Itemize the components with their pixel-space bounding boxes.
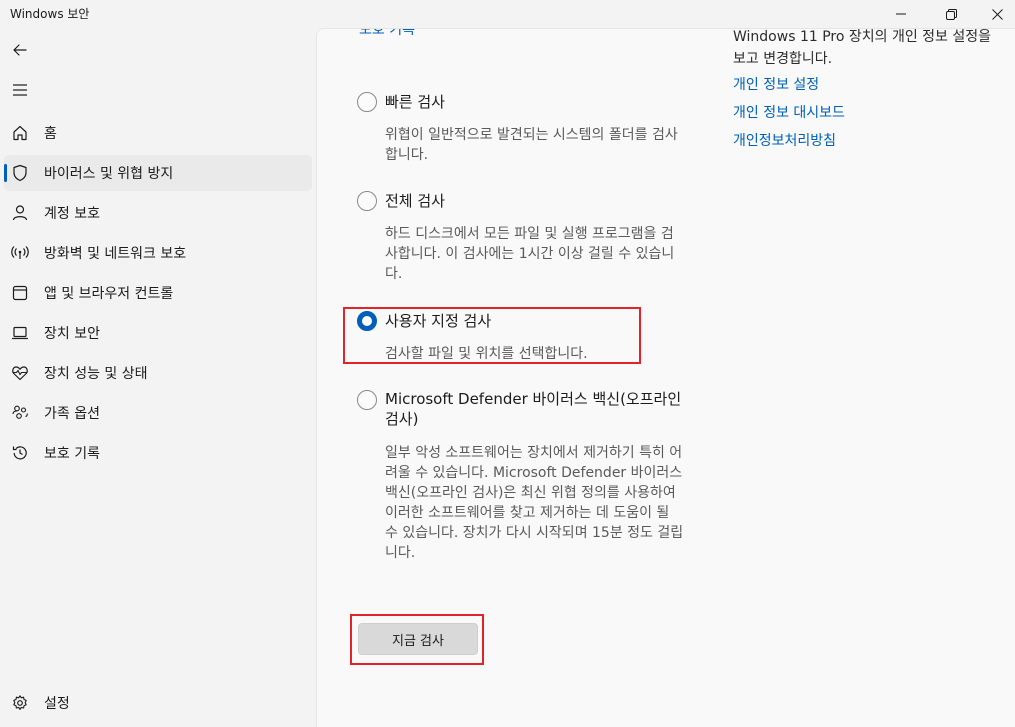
full-scan-description: 하드 디스크에서 모든 파일 및 실행 프로그램을 검사합니다. 이 검사에는 … bbox=[385, 226, 675, 282]
sidebar-item-home[interactable]: 홈 bbox=[4, 115, 312, 151]
restore-button[interactable] bbox=[928, 0, 974, 28]
sidebar-item-firewall[interactable]: 방화벽 및 네트워크 보호 bbox=[4, 235, 312, 271]
minimize-icon bbox=[896, 13, 906, 15]
restore-icon bbox=[945, 8, 957, 20]
heart-pulse-icon bbox=[11, 364, 29, 382]
laptop-icon bbox=[11, 324, 29, 342]
privacy-settings-link[interactable]: 개인 정보 설정 bbox=[733, 74, 819, 94]
quick-scan-radio[interactable] bbox=[357, 92, 377, 112]
sidebar-item-label: 앱 및 브라우저 컨트롤 bbox=[44, 286, 174, 302]
sidebar-item-label: 장치 성능 및 상태 bbox=[44, 366, 148, 382]
title-bar: Windows 보안 bbox=[0, 0, 1015, 28]
offline-scan-description: 일부 악성 소프트웨어는 장치에서 제거하기 특히 어려울 수 있습니다. Mi… bbox=[385, 445, 684, 561]
window-title: Windows 보안 bbox=[10, 7, 90, 21]
sidebar-item-family-options[interactable]: 가족 옵션 bbox=[4, 395, 312, 431]
sidebar-item-settings[interactable]: 설정 bbox=[4, 685, 312, 721]
custom-scan-title: 사용자 지정 검사 bbox=[385, 312, 492, 330]
close-icon bbox=[991, 8, 1003, 20]
hamburger-icon bbox=[13, 84, 27, 96]
offline-scan-title: Microsoft Defender 바이러스 백신(오프라인 검사) bbox=[385, 390, 682, 428]
minimize-button[interactable] bbox=[878, 0, 924, 28]
custom-scan-radio[interactable] bbox=[357, 311, 377, 331]
menu-button[interactable] bbox=[8, 78, 32, 102]
quick-scan-description: 위협이 일반적으로 발견되는 시스템의 폴더를 검사합니다. bbox=[385, 127, 678, 163]
wifi-antenna-icon bbox=[11, 244, 29, 262]
sidebar-item-protection-history[interactable]: 보호 기록 bbox=[4, 435, 312, 471]
sidebar-item-label: 방화벽 및 네트워크 보호 bbox=[44, 246, 187, 262]
full-scan-title: 전체 검사 bbox=[385, 192, 445, 210]
protection-history-link[interactable]: 보호 기록 bbox=[359, 29, 415, 39]
sidebar-item-label: 장치 보안 bbox=[44, 326, 100, 342]
privacy-policy-link[interactable]: 개인정보처리방침 bbox=[733, 130, 836, 150]
gear-icon bbox=[11, 694, 29, 712]
sidebar-item-label: 보호 기록 bbox=[44, 446, 100, 462]
main-content: 보호 기록 빠른 검사 위협이 일반적으로 발견되는 시스템의 폴더를 검사합니… bbox=[316, 28, 1015, 727]
family-icon bbox=[11, 404, 29, 422]
scan-now-button[interactable]: 지금 검사 bbox=[358, 623, 478, 655]
sidebar: 홈 바이러스 및 위협 방지 계정 보호 방화벽 및 네트워크 보호 앱 및 브 bbox=[0, 28, 316, 727]
quick-scan-title: 빠른 검사 bbox=[385, 93, 445, 111]
app-window-icon bbox=[11, 284, 29, 302]
sidebar-item-label: 계정 보호 bbox=[44, 206, 100, 222]
active-indicator bbox=[4, 164, 7, 182]
sidebar-item-virus-protection[interactable]: 바이러스 및 위협 방지 bbox=[4, 155, 312, 191]
full-scan-radio[interactable] bbox=[357, 191, 377, 211]
back-button[interactable] bbox=[8, 38, 32, 62]
shield-icon bbox=[11, 164, 29, 182]
sidebar-item-account-protection[interactable]: 계정 보호 bbox=[4, 195, 312, 231]
sidebar-item-device-security[interactable]: 장치 보안 bbox=[4, 315, 312, 351]
settings-label: 설정 bbox=[44, 696, 70, 712]
sidebar-item-label: 가족 옵션 bbox=[44, 406, 100, 422]
sidebar-item-label: 바이러스 및 위협 방지 bbox=[44, 166, 174, 182]
close-button[interactable] bbox=[974, 0, 1015, 28]
custom-scan-description: 검사할 파일 및 위치를 선택합니다. bbox=[385, 346, 588, 362]
privacy-dashboard-link[interactable]: 개인 정보 대시보드 bbox=[733, 102, 845, 122]
person-icon bbox=[11, 204, 29, 222]
back-arrow-icon bbox=[13, 44, 27, 56]
home-icon bbox=[11, 124, 29, 142]
privacy-info-text: Windows 11 Pro 장치의 개인 정보 설정을 보고 변경합니다. bbox=[733, 29, 992, 67]
sidebar-item-app-browser[interactable]: 앱 및 브라우저 컨트롤 bbox=[4, 275, 312, 311]
history-icon bbox=[11, 444, 29, 462]
offline-scan-radio[interactable] bbox=[357, 390, 377, 410]
sidebar-item-device-health[interactable]: 장치 성능 및 상태 bbox=[4, 355, 312, 391]
sidebar-item-label: 홈 bbox=[44, 126, 57, 142]
